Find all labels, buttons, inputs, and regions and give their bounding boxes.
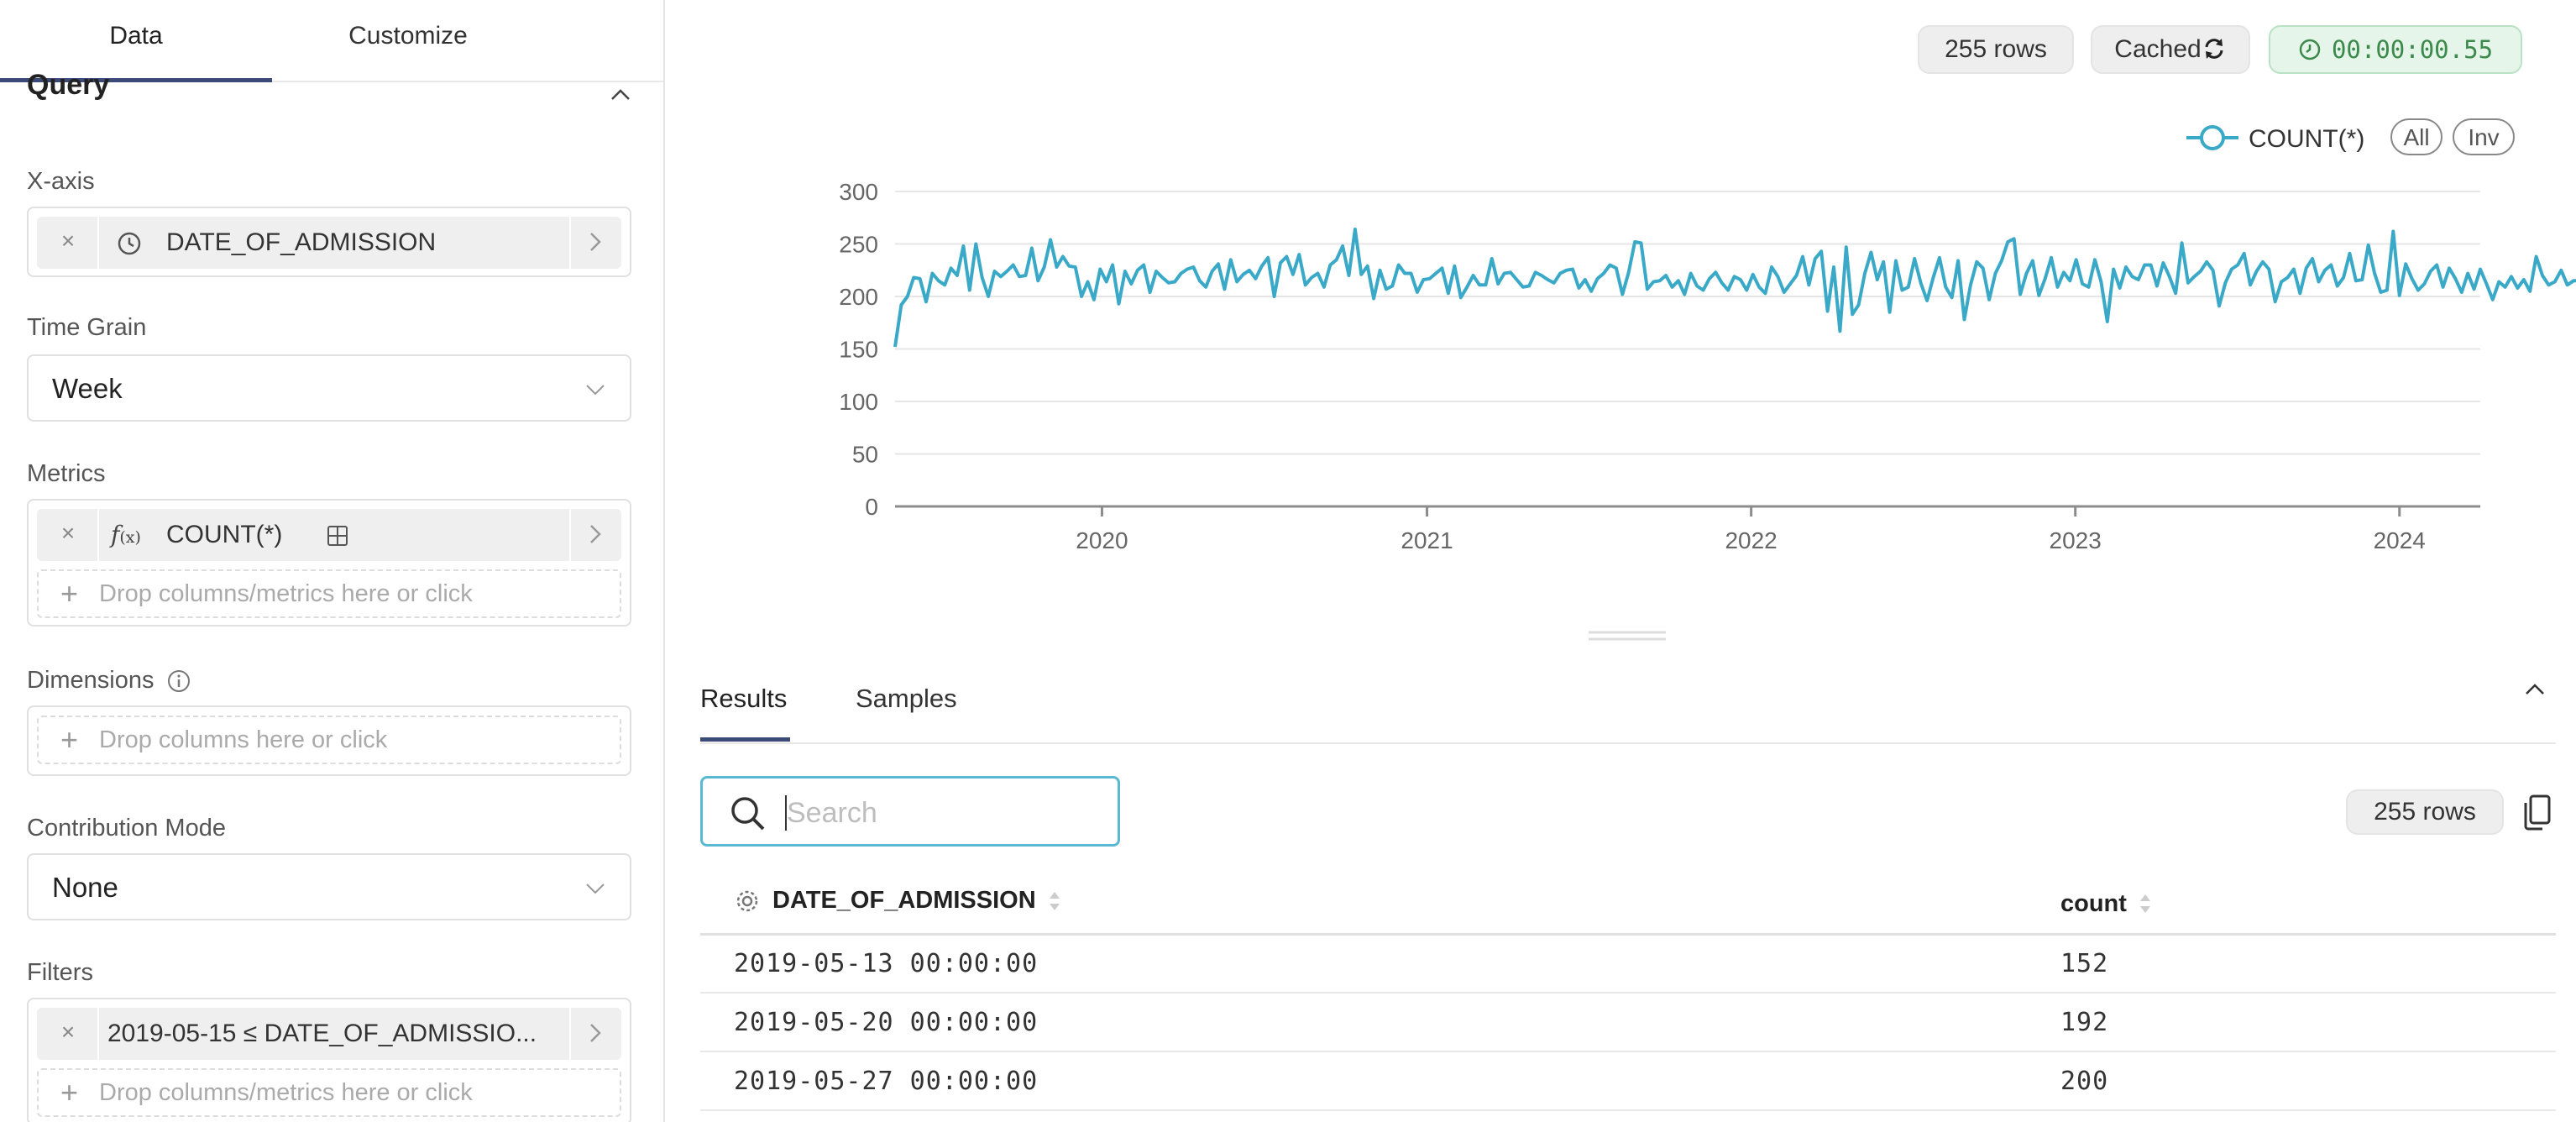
x-axis: 2020 2021 2022 2023 2024	[1076, 506, 2426, 553]
column-header-count-label: count	[2060, 889, 2127, 917]
sort-icon[interactable]	[1048, 890, 1061, 912]
table-header-row: DATE_OF_ADMISSION count	[700, 875, 2556, 936]
dimensions-dropzone[interactable]: + Drop columns here or click	[37, 716, 621, 764]
x-tick-label: 2022	[1725, 527, 1777, 553]
copy-icon[interactable]	[2522, 793, 2552, 831]
chart-series	[893, 228, 2576, 348]
y-tick-label: 150	[839, 337, 878, 363]
dimensions-control: + Drop columns here or click	[27, 705, 631, 776]
legend-marker	[2200, 125, 2225, 150]
column-header-date[interactable]: DATE_OF_ADMISSION	[700, 875, 2060, 936]
chart-grid	[895, 191, 2480, 508]
gear-icon[interactable]	[734, 888, 761, 915]
y-tick-label: 300	[839, 179, 878, 205]
results-row-count: 255 rows	[2346, 789, 2504, 835]
results-tabs: Results Samples	[700, 663, 2556, 744]
x-tick-label: 2023	[2050, 527, 2102, 553]
column-header-count[interactable]: count	[2060, 875, 2556, 936]
search-icon	[731, 797, 765, 831]
search-placeholder: Search	[787, 797, 877, 829]
series-line	[893, 228, 2576, 348]
plus-icon: +	[60, 1075, 79, 1109]
chevron-up-icon[interactable]	[2522, 677, 2547, 702]
contribution-mode-value: None	[52, 872, 118, 903]
filter-pill[interactable]: × 2019-05-15 ≤ DATE_OF_ADMISSIO...	[37, 1008, 621, 1060]
sort-icon[interactable]	[2139, 893, 2152, 915]
cell-count: 200	[2060, 1051, 2556, 1111]
dimensions-label: Dimensions	[27, 667, 191, 695]
table-row: 2019-05-27 00:00:00 200	[700, 1051, 2556, 1111]
table-row: 2019-05-13 00:00:00 152	[700, 934, 2556, 994]
resize-handle[interactable]	[1589, 630, 1666, 642]
x-tick-label: 2024	[2374, 527, 2426, 553]
y-tick-label: 0	[865, 494, 878, 520]
filters-label: Filters	[27, 959, 93, 986]
tab-samples[interactable]: Samples	[856, 684, 957, 714]
y-tick-label: 250	[839, 232, 878, 258]
dimensions-drop-text: Drop columns here or click	[99, 726, 388, 753]
plus-icon: +	[60, 722, 79, 757]
column-header-date-label: DATE_OF_ADMISSION	[772, 887, 1036, 914]
pill-divider	[569, 1008, 571, 1060]
cell-count: 152	[2060, 934, 2556, 994]
active-tab-indicator	[700, 737, 790, 742]
tab-results[interactable]: Results	[700, 684, 787, 714]
pill-divider	[97, 1008, 99, 1060]
chevron-down-icon	[586, 883, 605, 894]
x-tick-label: 2020	[1076, 527, 1128, 553]
dimensions-label-text: Dimensions	[27, 667, 154, 694]
filter-value: 2019-05-15 ≤ DATE_OF_ADMISSIO...	[107, 1020, 537, 1047]
y-tick-label: 50	[852, 442, 878, 468]
cell-date: 2019-05-27 00:00:00	[700, 1051, 2060, 1111]
contribution-mode-select[interactable]: None	[27, 853, 631, 920]
table-row: 2019-05-20 00:00:00 192	[700, 993, 2556, 1052]
y-axis: 0 50 100 150 200 250 300	[839, 179, 878, 520]
legend-all-button[interactable]: All	[2403, 124, 2429, 150]
cell-date: 2019-05-13 00:00:00	[700, 934, 2060, 994]
filters-dropzone[interactable]: + Drop columns/metrics here or click	[37, 1068, 621, 1117]
filters-control: × 2019-05-15 ≤ DATE_OF_ADMISSIO... + Dro…	[27, 998, 631, 1122]
info-icon[interactable]	[166, 668, 191, 694]
remove-icon[interactable]: ×	[55, 1020, 81, 1045]
line-chart: COUNT(*) All Inv 0 50 100 150 200 250 300 2020…	[839, 118, 2576, 553]
legend-series-name[interactable]: COUNT(*)	[2249, 125, 2364, 153]
cell-date: 2019-05-20 00:00:00	[700, 993, 2060, 1052]
contribution-mode-label: Contribution Mode	[27, 815, 226, 842]
y-tick-label: 100	[839, 389, 878, 415]
results-table: DATE_OF_ADMISSION count 2019-05-13 00:00…	[700, 875, 2556, 1111]
y-tick-label: 200	[839, 284, 878, 310]
chart-legend[interactable]: COUNT(*) All Inv	[2186, 118, 2515, 155]
search-input[interactable]: Search	[700, 776, 1120, 847]
chevron-right-icon[interactable]	[583, 1018, 608, 1048]
x-tick-label: 2021	[1401, 527, 1453, 553]
cell-count: 192	[2060, 993, 2556, 1052]
legend-inv-button[interactable]: Inv	[2468, 124, 2499, 150]
filters-drop-text: Drop columns/metrics here or click	[99, 1079, 473, 1106]
